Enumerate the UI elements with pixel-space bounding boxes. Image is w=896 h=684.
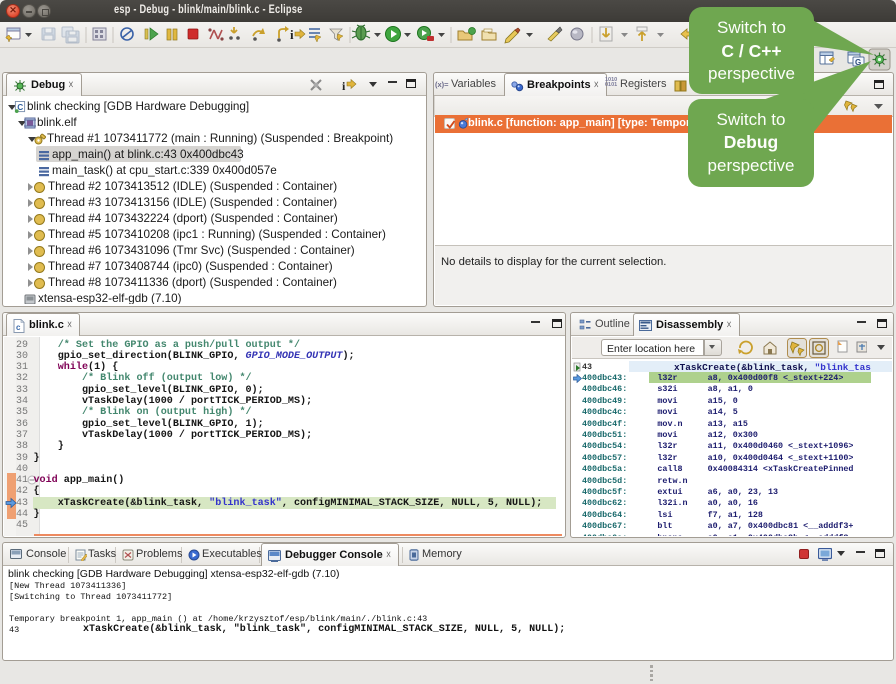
svg-text:c: c bbox=[16, 323, 21, 332]
